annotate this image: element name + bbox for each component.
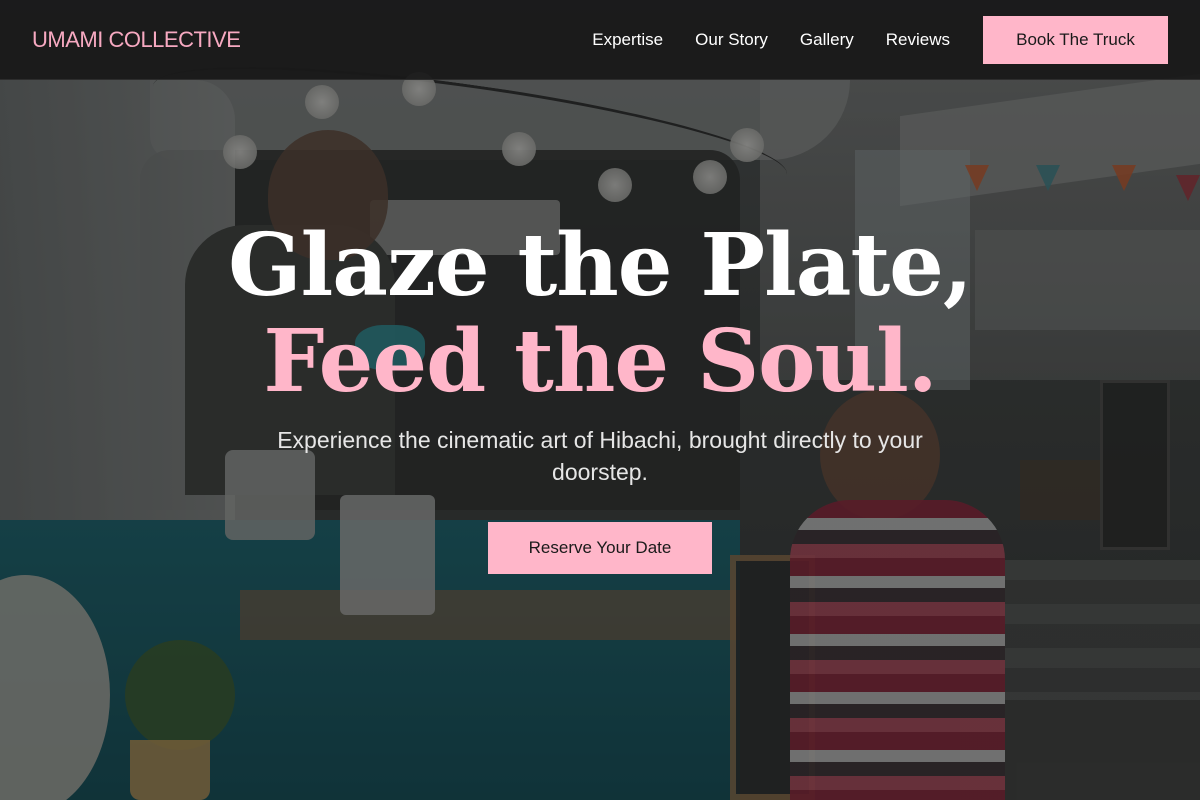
nav-link-expertise[interactable]: Expertise xyxy=(592,30,663,50)
navbar: UMAMI COLLECTIVE Expertise Our Story Gal… xyxy=(0,0,1200,80)
hero-subtitle: Experience the cinematic art of Hibachi,… xyxy=(277,427,923,485)
nav-link-our-story[interactable]: Our Story xyxy=(695,30,768,50)
nav-link-reviews[interactable]: Reviews xyxy=(886,30,950,50)
book-truck-button[interactable]: Book The Truck xyxy=(983,15,1168,64)
nav-links: Expertise Our Story Gallery Reviews Book… xyxy=(560,15,1168,64)
nav-link-gallery[interactable]: Gallery xyxy=(800,30,854,50)
headline-line-2: Feed the Soul. xyxy=(263,311,937,412)
brand-logo[interactable]: UMAMI COLLECTIVE xyxy=(32,27,241,53)
headline-line-1: Glaze the Plate, xyxy=(228,215,973,316)
reserve-date-button[interactable]: Reserve Your Date xyxy=(488,522,712,574)
hero-content: Glaze the Plate, Feed the Soul. Experien… xyxy=(0,218,1200,574)
